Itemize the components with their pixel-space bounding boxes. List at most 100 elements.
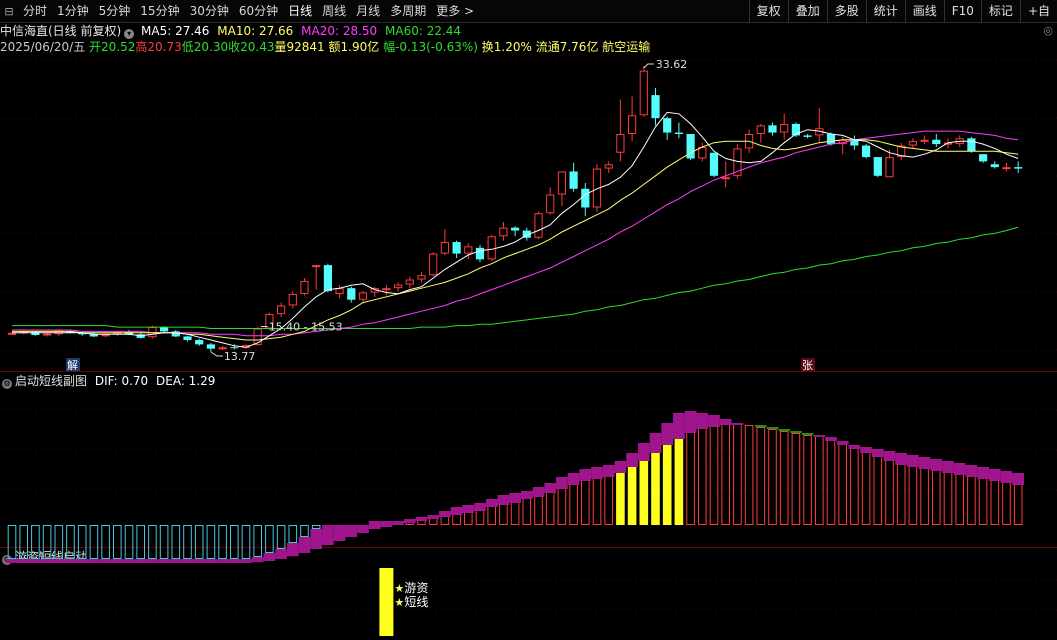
sub1-band	[146, 559, 159, 563]
candle	[511, 227, 520, 231]
sub1-band	[322, 525, 334, 545]
sub1-band	[591, 467, 603, 479]
sub1-bar	[815, 435, 824, 525]
candle	[780, 123, 789, 133]
candle	[628, 115, 637, 135]
signal-label-2: 短线	[404, 595, 428, 609]
sub1-band	[29, 559, 42, 563]
sub1-bar	[826, 437, 836, 525]
sub1-band	[930, 459, 943, 471]
candle	[358, 292, 368, 300]
sub1-band	[462, 505, 475, 513]
sub1-bar	[791, 433, 801, 525]
sub1-band	[509, 493, 521, 503]
sub1-bar	[31, 525, 40, 559]
sub1-band	[240, 559, 252, 563]
sub1-band	[76, 559, 89, 563]
sub1-band	[357, 525, 369, 533]
sub1-band	[637, 443, 650, 461]
chart-canvas[interactable]: 33.62 13.77 15.40 - 15.53 解 张 ★ 游资★ 短线	[0, 0, 1057, 640]
rise-marker: 张	[802, 359, 813, 372]
sub1-band	[813, 435, 826, 437]
candle	[171, 331, 180, 337]
sub1-band	[614, 461, 627, 473]
sub1-bar	[709, 415, 719, 525]
high-label: 33.62	[656, 58, 688, 71]
sub1-bar	[756, 427, 766, 525]
sub1-bar	[861, 447, 871, 525]
sub1-band	[860, 447, 872, 453]
sub1-bar	[206, 525, 216, 559]
candle	[721, 177, 730, 180]
sub1-bar	[171, 525, 181, 559]
sub1-bar	[159, 525, 169, 559]
sub1-band	[310, 529, 323, 549]
candle	[616, 134, 625, 153]
sub1-bars	[6, 411, 1025, 563]
sub1-bar	[183, 525, 192, 559]
sub1-band	[907, 455, 919, 467]
sub1-band	[392, 521, 404, 525]
sub1-bar	[218, 525, 227, 559]
star-icon: ★	[394, 582, 404, 595]
low-pointer	[210, 351, 223, 357]
signal-label-1: 游资	[404, 581, 428, 595]
sub1-band	[871, 449, 884, 457]
sub1-band	[228, 559, 241, 563]
candle	[417, 275, 426, 280]
sub1-band	[836, 441, 849, 445]
sub1-band	[684, 411, 697, 433]
sub1-band	[708, 415, 720, 427]
candle	[639, 70, 648, 116]
candle	[885, 157, 894, 178]
sub1-band	[368, 521, 381, 529]
candle	[288, 293, 297, 306]
high-pointer	[643, 63, 654, 69]
candle	[195, 340, 204, 345]
candle	[394, 284, 403, 289]
candle	[487, 236, 496, 260]
sub1-bar	[136, 525, 145, 559]
sub1-bar	[885, 451, 894, 525]
sub1-band	[474, 503, 486, 511]
sub1-band	[169, 559, 182, 563]
sub1-band	[193, 559, 206, 563]
candle	[826, 134, 836, 145]
sub1-band	[251, 557, 264, 563]
sub1-band	[17, 559, 30, 563]
candle	[300, 280, 309, 294]
sub1-band	[673, 413, 685, 439]
candle	[873, 157, 882, 176]
sub1-band	[205, 559, 217, 563]
candle	[581, 188, 590, 208]
sub1-bar	[101, 525, 110, 559]
candle	[464, 246, 473, 254]
sub1-band	[556, 477, 568, 489]
sub1-band	[450, 507, 463, 515]
sub1-band	[661, 423, 674, 445]
candle	[1014, 167, 1023, 169]
sub1-bar	[253, 525, 262, 557]
candle	[569, 171, 578, 189]
candle	[862, 145, 871, 158]
sub1-bar	[733, 423, 742, 525]
candle	[206, 344, 215, 349]
candle	[663, 118, 672, 133]
candle	[323, 265, 332, 292]
candles	[7, 66, 1023, 352]
sub1-bar	[721, 419, 731, 525]
sub1-band	[298, 537, 311, 553]
candle	[183, 336, 192, 341]
sub1-bar	[768, 429, 777, 525]
candle	[7, 332, 17, 335]
sub1-band	[345, 525, 358, 537]
candle	[698, 146, 707, 159]
sub1-band	[895, 453, 908, 465]
candle	[277, 305, 286, 315]
range-label: 15.40 - 15.53	[269, 321, 343, 334]
star-icon: ★	[394, 596, 404, 609]
sub1-bar	[838, 441, 848, 525]
sub1-band	[731, 423, 744, 425]
sub1-band	[158, 559, 170, 563]
sub1-bar	[803, 435, 812, 525]
